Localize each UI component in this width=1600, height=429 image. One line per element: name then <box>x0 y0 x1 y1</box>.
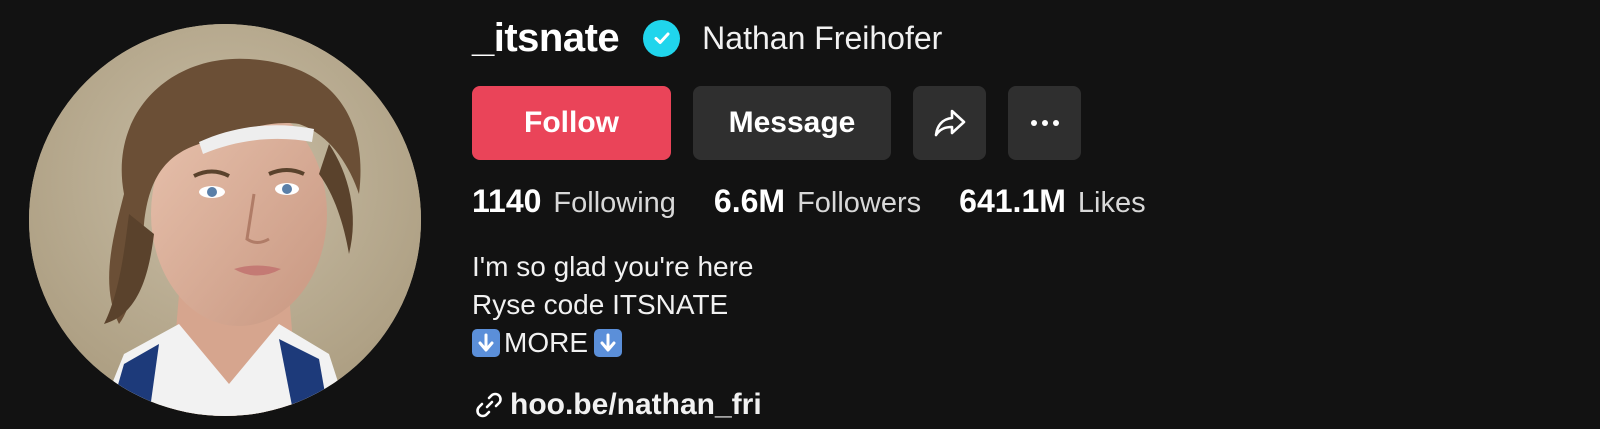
profile-header: _itsnate Nathan Freihofer <box>472 10 942 66</box>
profile-page: _itsnate Nathan Freihofer Follow Message <box>0 0 1600 429</box>
stat-following[interactable]: 1140 Following <box>472 183 676 220</box>
share-arrow-icon <box>934 109 965 137</box>
down-arrow-emoji-icon <box>594 329 622 357</box>
profile-link[interactable]: hoo.be/nathan_fri <box>476 388 762 422</box>
profile-actions: Follow Message <box>472 86 1081 160</box>
bio-more-text: MORE <box>504 327 588 358</box>
share-button[interactable] <box>913 86 986 160</box>
following-count: 1140 <box>472 183 542 219</box>
bio-line: MORE <box>472 324 754 362</box>
profile-stats: 1140 Following 6.6M Followers 641.1M Lik… <box>472 183 1184 220</box>
followers-count: 6.6M <box>713 183 786 219</box>
more-dots-icon <box>1030 120 1059 126</box>
down-arrow-emoji-icon <box>472 329 500 357</box>
avatar[interactable] <box>29 24 421 416</box>
more-options-button[interactable] <box>1008 86 1081 160</box>
followers-label: Followers <box>797 187 922 219</box>
following-label: Following <box>553 187 676 219</box>
bio-line: I'm so glad you're here <box>472 251 754 282</box>
username: _itsnate <box>472 15 620 60</box>
verified-badge-icon <box>643 19 681 57</box>
stat-likes: 641.1M Likes <box>959 183 1145 220</box>
message-button[interactable]: Message <box>693 86 891 160</box>
follow-button[interactable]: Follow <box>472 86 671 160</box>
profile-bio: I'm so glad you're here Ryse code ITSNAT… <box>472 248 754 362</box>
likes-count: 641.1M <box>959 183 1066 219</box>
bio-line: Ryse code ITSNATE <box>472 289 729 320</box>
display-name: Nathan Freihofer <box>702 19 943 56</box>
likes-label: Likes <box>1077 187 1146 219</box>
profile-link-text[interactable]: hoo.be/nathan_fri <box>510 388 762 422</box>
link-icon <box>476 392 502 418</box>
stat-followers[interactable]: 6.6M Followers <box>714 183 921 220</box>
avatar-image <box>29 24 421 416</box>
